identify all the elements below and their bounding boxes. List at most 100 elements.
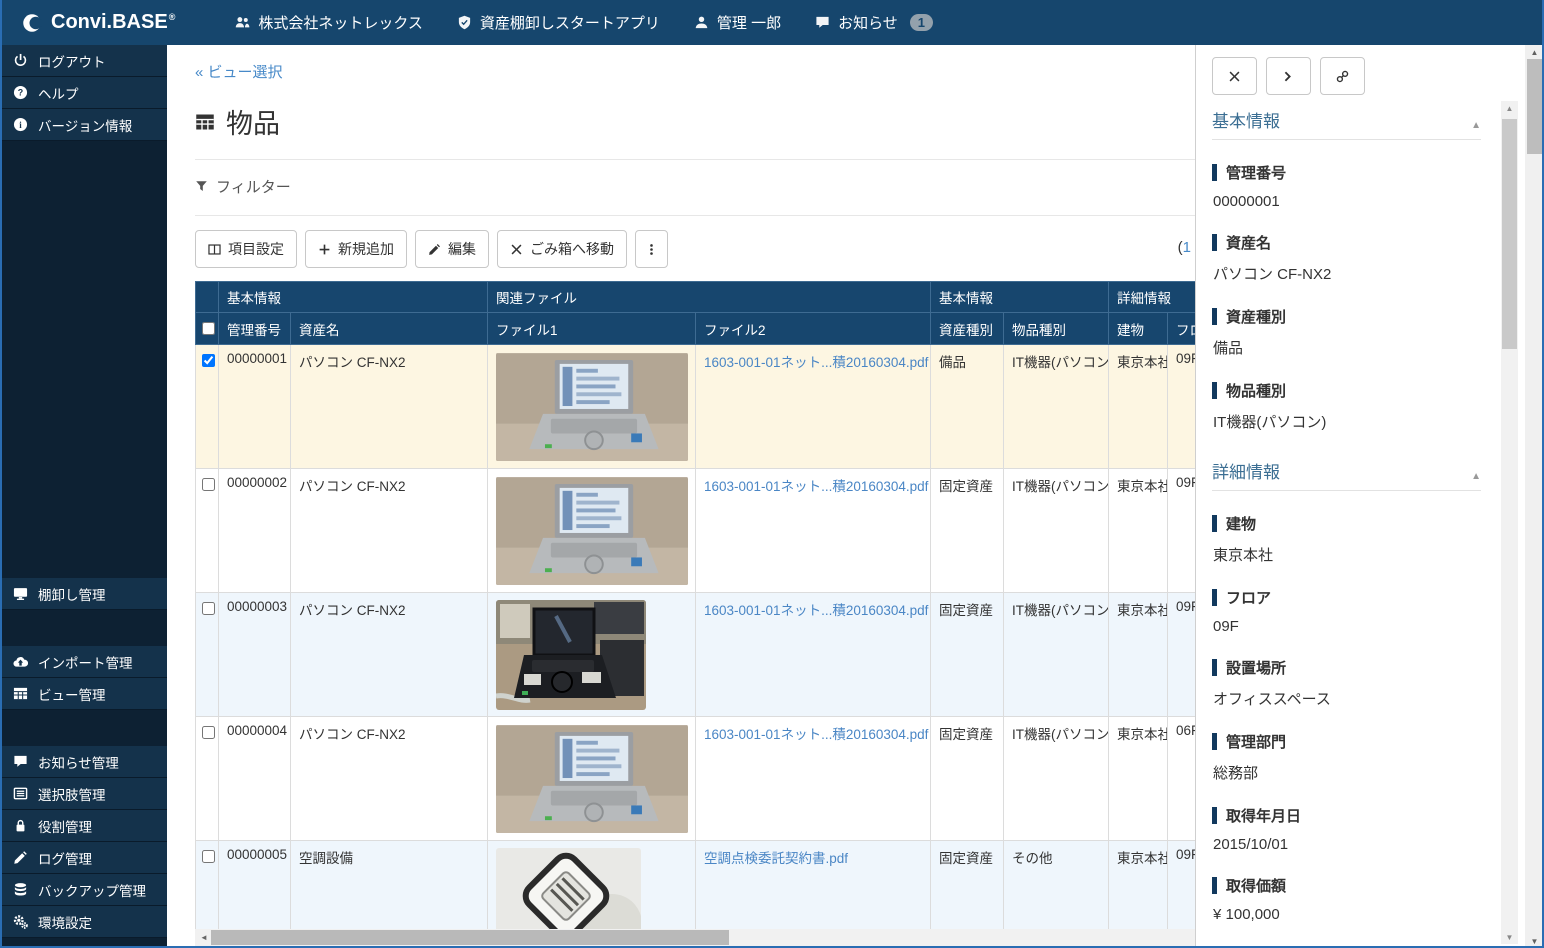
panel-scrollbar[interactable]: ▲ ▼ bbox=[1501, 101, 1518, 944]
sidebar-item-label: ヘルプ bbox=[38, 83, 79, 103]
panel-field: 管理部門 総務部 bbox=[1212, 731, 1481, 783]
power-icon bbox=[13, 53, 28, 68]
convibase-logo-icon bbox=[22, 13, 42, 33]
top-navbar: Convi.BASE® 株式会社ネットレックス 資産棚卸しスタートアプリ 管理 … bbox=[0, 0, 1544, 45]
sidebar-item-label: バックアップ管理 bbox=[38, 880, 146, 900]
cell-item-type: IT機器(パソコン) bbox=[1004, 469, 1109, 593]
sidebar-item-views[interactable]: ビュー管理 bbox=[0, 678, 167, 710]
nav-user[interactable]: 管理 一郎 bbox=[694, 12, 781, 33]
database-icon bbox=[13, 882, 28, 897]
table-row[interactable]: 00000004 パソコン CF-NX2 1603-001-01ネット...積2… bbox=[196, 717, 1196, 841]
copy-link-button[interactable] bbox=[1320, 57, 1365, 95]
section-title: 基本情報 bbox=[1212, 112, 1280, 131]
collapse-arrow-icon[interactable]: ▲ bbox=[1471, 120, 1481, 131]
pdf-link[interactable]: 1603-001-01ネット...積20160304.pdf bbox=[704, 727, 928, 742]
field-accent-bar bbox=[1212, 234, 1217, 251]
info-icon bbox=[13, 117, 28, 132]
horizontal-scrollbar-thumb[interactable] bbox=[211, 930, 729, 945]
sidebar-item-choices[interactable]: 選択肢管理 bbox=[0, 778, 167, 810]
field-accent-bar bbox=[1212, 659, 1217, 676]
sidebar-item-backup[interactable]: バックアップ管理 bbox=[0, 874, 167, 906]
collapse-arrow-icon[interactable]: ▲ bbox=[1471, 471, 1481, 482]
cell-asset-type: 固定資産 bbox=[931, 593, 1004, 717]
move-to-trash-button[interactable]: ごみ箱へ移動 bbox=[497, 230, 627, 268]
column-header[interactable]: 物品種別 bbox=[1004, 313, 1109, 345]
pdf-link[interactable]: 1603-001-01ネット...積20160304.pdf bbox=[704, 603, 928, 618]
row-checkbox[interactable] bbox=[202, 726, 215, 739]
table-row[interactable]: 00000002 パソコン CF-NX2 1603-001-01ネット...積2… bbox=[196, 469, 1196, 593]
view-select-link[interactable]: « ビュー選択 bbox=[195, 61, 283, 82]
column-header[interactable]: 資産名 bbox=[291, 313, 488, 345]
horizontal-scrollbar[interactable]: ◄ bbox=[195, 929, 1195, 946]
nav-notifications-label: お知らせ bbox=[838, 12, 898, 33]
app-logo[interactable]: Convi.BASE® bbox=[0, 11, 201, 34]
scroll-left-arrow-icon[interactable]: ◄ bbox=[197, 929, 211, 946]
next-record-button[interactable] bbox=[1266, 57, 1311, 95]
laptop-desk-photo[interactable] bbox=[496, 600, 646, 710]
cell-id: 00000003 bbox=[219, 593, 291, 717]
row-checkbox[interactable] bbox=[202, 478, 215, 491]
nav-notifications[interactable]: お知らせ 1 bbox=[815, 12, 933, 33]
panel-scrollbar-thumb[interactable] bbox=[1502, 119, 1517, 349]
panel-section-detail-info[interactable]: 詳細情報 ▲ bbox=[1212, 458, 1481, 491]
page-scrollbar[interactable]: ▲ ▼ bbox=[1525, 45, 1544, 948]
laptop-photo[interactable] bbox=[496, 352, 688, 462]
row-checkbox[interactable] bbox=[202, 850, 215, 863]
more-actions-button[interactable] bbox=[635, 230, 668, 268]
row-checkbox[interactable] bbox=[202, 602, 215, 615]
columns-icon bbox=[208, 243, 221, 256]
nav-app-label: 資産棚卸しスタートアプリ bbox=[480, 12, 660, 33]
scroll-down-arrow-icon[interactable]: ▼ bbox=[1525, 934, 1544, 948]
scroll-down-arrow-icon[interactable]: ▼ bbox=[1501, 930, 1518, 944]
cell-building: 東京本社 bbox=[1109, 717, 1168, 841]
edit-button[interactable]: 編集 bbox=[415, 230, 489, 268]
sidebar-item-version[interactable]: バージョン情報 bbox=[0, 109, 167, 141]
pdf-link[interactable]: 空調点検委託契約書.pdf bbox=[704, 851, 848, 866]
list-icon bbox=[13, 786, 28, 801]
sidebar-item-logout[interactable]: ログアウト bbox=[0, 45, 167, 77]
page-scrollbar-thumb[interactable] bbox=[1527, 59, 1542, 154]
sidebar-item-label: お知らせ管理 bbox=[38, 752, 119, 772]
sidebar-item-help[interactable]: ヘルプ bbox=[0, 77, 167, 109]
column-header[interactable]: 建物 bbox=[1109, 313, 1168, 345]
scroll-up-arrow-icon[interactable]: ▲ bbox=[1501, 101, 1518, 115]
table-row[interactable]: 00000001 パソコン CF-NX2 1603-001-01ネット...積2… bbox=[196, 345, 1196, 469]
column-header[interactable]: 管理番号 bbox=[219, 313, 291, 345]
shield-icon bbox=[457, 15, 472, 30]
row-checkbox[interactable] bbox=[202, 354, 215, 367]
column-settings-button[interactable]: 項目設定 bbox=[195, 230, 297, 268]
sidebar-item-logs[interactable]: ログ管理 bbox=[0, 842, 167, 874]
laptop-photo[interactable] bbox=[496, 724, 688, 834]
pdf-link[interactable]: 1603-001-01ネット...積20160304.pdf bbox=[704, 479, 928, 494]
close-panel-button[interactable] bbox=[1212, 57, 1257, 95]
laptop-photo[interactable] bbox=[496, 476, 688, 586]
comment-icon bbox=[13, 754, 28, 769]
nav-company[interactable]: 株式会社ネットレックス bbox=[235, 12, 423, 33]
sidebar-item-notices[interactable]: お知らせ管理 bbox=[0, 746, 167, 778]
panel-field: 管理番号 00000001 bbox=[1212, 162, 1481, 210]
group-header-row: 基本情報 関連ファイル 基本情報 詳細情報 bbox=[196, 282, 1196, 313]
sidebar-item-roles[interactable]: 役割管理 bbox=[0, 810, 167, 842]
table-row[interactable]: 00000003 パソコン CF-NX2 1603-001-01ネット...積2… bbox=[196, 593, 1196, 717]
nav-app[interactable]: 資産棚卸しスタートアプリ bbox=[457, 12, 660, 33]
panel-section-basic-info[interactable]: 基本情報 ▲ bbox=[1212, 107, 1481, 140]
sidebar: ログアウト ヘルプ バージョン情報 棚卸し管理 インポート管理 ビュー管理 お知… bbox=[0, 45, 167, 948]
cloud-upload-icon bbox=[13, 654, 28, 669]
users-icon bbox=[235, 15, 250, 30]
add-new-button[interactable]: 新規追加 bbox=[305, 230, 407, 268]
scroll-up-arrow-icon[interactable]: ▲ bbox=[1525, 45, 1544, 59]
field-label: フロア bbox=[1226, 587, 1271, 608]
column-header[interactable]: 資産種別 bbox=[931, 313, 1004, 345]
nav-user-label: 管理 一郎 bbox=[717, 12, 781, 33]
select-all-checkbox[interactable] bbox=[202, 322, 215, 335]
sidebar-item-settings[interactable]: 環境設定 bbox=[0, 906, 167, 938]
brand-trademark: ® bbox=[169, 12, 176, 22]
column-header[interactable]: ファイル1 bbox=[488, 313, 696, 345]
pdf-link[interactable]: 1603-001-01ネット...積20160304.pdf bbox=[704, 355, 928, 370]
cell-floor: 09F bbox=[1168, 469, 1196, 593]
sidebar-item-inventory[interactable]: 棚卸し管理 bbox=[0, 578, 167, 610]
field-accent-bar bbox=[1212, 807, 1217, 824]
column-header[interactable]: フロア bbox=[1168, 313, 1196, 345]
column-header[interactable]: ファイル2 bbox=[696, 313, 931, 345]
sidebar-item-import[interactable]: インポート管理 bbox=[0, 646, 167, 678]
